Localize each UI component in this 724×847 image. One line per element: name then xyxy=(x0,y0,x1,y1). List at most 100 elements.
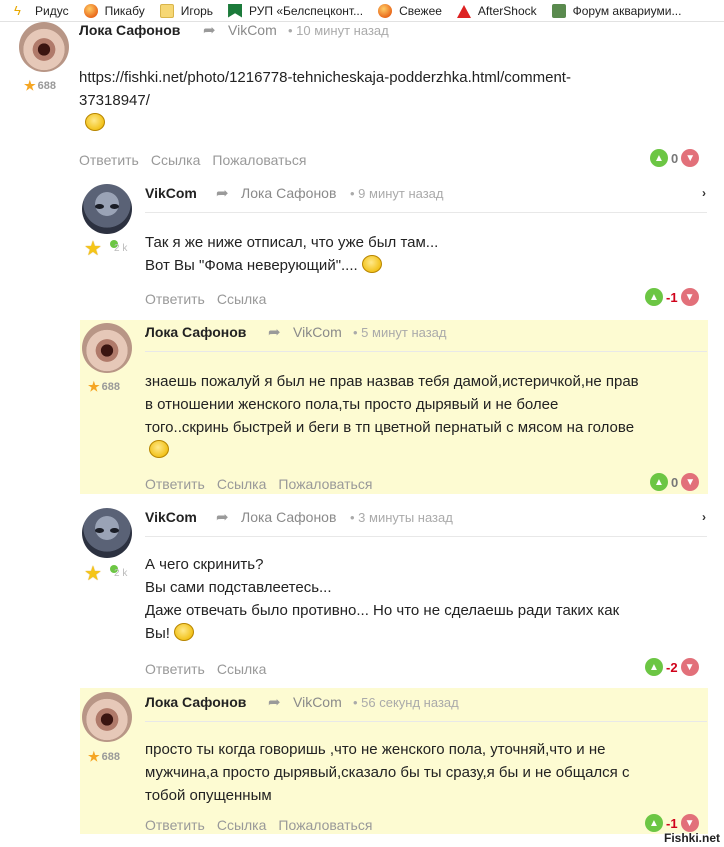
comment-text: А чего скринить? Вы сами подставлеетесь.… xyxy=(145,556,620,642)
bookmark-svezhee[interactable]: Свежее xyxy=(378,3,442,18)
reply-button[interactable]: Ответить xyxy=(145,476,205,492)
vote-score: 0 xyxy=(671,474,679,490)
bookmarks-bar: ϟ Ридус Пикабу Игорь РУП «Белспецконт... … xyxy=(0,0,724,22)
chevron-right-icon[interactable]: › xyxy=(702,186,706,200)
divider xyxy=(145,212,707,213)
comment-actions: Ответить Ссылка xyxy=(145,291,278,307)
avatar[interactable] xyxy=(19,22,69,72)
pikabu-icon xyxy=(83,3,98,18)
thumbs-up-icon[interactable]: ▲ xyxy=(645,658,663,676)
bookmark-aftershock[interactable]: AfterShock xyxy=(456,4,537,18)
report-button[interactable]: Пожаловаться xyxy=(212,152,306,168)
bookmark-label: РУП «Белспецконт... xyxy=(249,3,364,18)
vote-widget: ▲ -2 ▼ xyxy=(645,658,699,676)
vote-score: -1 xyxy=(666,289,678,305)
thumbs-up-icon[interactable]: ▲ xyxy=(650,149,668,167)
reply-to-user[interactable]: VikCom xyxy=(293,324,342,340)
rup-icon xyxy=(228,3,243,18)
reply-to-user[interactable]: VikCom xyxy=(228,22,277,38)
smiley-icon xyxy=(173,623,194,641)
comment-link[interactable]: https://fishki.net/photo/1216778-tehnich… xyxy=(79,66,699,89)
link-button[interactable]: Ссылка xyxy=(217,661,267,677)
bookmark-pikabu[interactable]: Пикабу xyxy=(83,3,145,18)
vote-score: -1 xyxy=(666,815,678,831)
comment-time[interactable]: • 10 минут назад xyxy=(288,23,389,38)
divider xyxy=(145,536,707,537)
divider xyxy=(145,351,707,352)
thumbs-down-icon[interactable]: ▼ xyxy=(680,288,699,306)
reply-button[interactable]: Ответить xyxy=(145,291,205,307)
user-rating: ★ 688 xyxy=(88,379,121,394)
smiley-icon xyxy=(85,113,105,131)
bookmark-label: Свежее xyxy=(399,3,442,18)
star-icon: ★ xyxy=(88,379,100,394)
user-rating: 2 k xyxy=(114,568,128,579)
bookmark-rup[interactable]: РУП «Белспецконт... xyxy=(228,3,364,18)
reply-button[interactable]: Ответить xyxy=(145,817,205,833)
comment-time[interactable]: • 56 секунд назад xyxy=(353,695,459,710)
report-button[interactable]: Пожаловаться xyxy=(278,817,372,833)
folder-icon xyxy=(159,3,174,18)
bookmark-label: Пикабу xyxy=(104,3,145,18)
comment-author[interactable]: VikCom xyxy=(145,185,197,201)
thumbs-down-icon[interactable]: ▼ xyxy=(681,473,700,491)
comment-time[interactable]: • 9 минут назад xyxy=(350,186,444,201)
pikabu-icon xyxy=(378,3,393,18)
divider xyxy=(145,721,707,722)
vote-widget: ▲ -1 ▼ xyxy=(645,814,699,832)
avatar[interactable] xyxy=(82,184,132,234)
comment-time[interactable]: • 3 минуты назад xyxy=(350,510,453,525)
link-button[interactable]: Ссылка xyxy=(217,817,267,833)
vote-widget: ▲ 0 ▼ xyxy=(650,149,700,167)
reply-arrow-icon: ➦ xyxy=(216,185,229,202)
comment-text: Так я же ниже отписал, что уже был там..… xyxy=(145,234,439,274)
thumbs-down-icon[interactable]: ▼ xyxy=(680,814,699,832)
comment-author[interactable]: VikCom xyxy=(145,509,197,525)
bookmark-ridus[interactable]: ϟ Ридус xyxy=(14,2,69,18)
bookmark-forum[interactable]: Форум аквариуми... xyxy=(551,3,682,18)
thumbs-down-icon[interactable]: ▼ xyxy=(680,658,699,676)
thumbs-down-icon[interactable]: ▼ xyxy=(681,149,700,167)
vote-widget: ▲ -1 ▼ xyxy=(645,288,699,306)
comment-text: https://fishki.net/photo/1216778-tehnich… xyxy=(79,66,699,135)
reply-to-user[interactable]: Лока Сафонов xyxy=(241,509,336,525)
reply-to-user[interactable]: Лока Сафонов xyxy=(241,185,336,201)
reply-arrow-icon: ➦ xyxy=(203,22,216,39)
comment-author[interactable]: Лока Сафонов xyxy=(145,694,246,710)
comment-link[interactable]: 37318947/ xyxy=(79,89,699,112)
smiley-icon xyxy=(149,440,169,458)
report-button[interactable]: Пожаловаться xyxy=(278,476,372,492)
comment-time[interactable]: • 5 минут назад xyxy=(353,325,447,340)
comment-actions: Ответить Ссылка xyxy=(145,661,278,677)
avatar[interactable] xyxy=(82,692,132,742)
thumbs-up-icon[interactable]: ▲ xyxy=(645,814,663,832)
comment-actions: Ответить Ссылка Пожаловаться xyxy=(79,152,318,168)
reply-to-user[interactable]: VikCom xyxy=(293,694,342,710)
forum-icon xyxy=(551,3,566,18)
reply-button[interactable]: Ответить xyxy=(145,661,205,677)
comment-author[interactable]: Лока Сафонов xyxy=(79,22,180,38)
reply-arrow-icon: ➦ xyxy=(268,324,281,341)
user-rating: 2 k xyxy=(114,243,128,254)
avatar[interactable] xyxy=(82,508,132,558)
thumbs-up-icon[interactable]: ▲ xyxy=(650,473,668,491)
reply-button[interactable]: Ответить xyxy=(79,152,139,168)
vote-score: 0 xyxy=(671,150,679,166)
chevron-right-icon[interactable]: › xyxy=(702,510,706,524)
star-icon: ★ xyxy=(88,749,100,764)
vote-score: -2 xyxy=(666,659,678,675)
comment-text: знаешь пожалуй я был не прав назвав тебя… xyxy=(145,370,707,462)
star-icon: ★ xyxy=(24,78,36,93)
link-button[interactable]: Ссылка xyxy=(217,476,267,492)
bookmark-igor[interactable]: Игорь xyxy=(159,3,214,18)
bookmark-label: Форум аквариуми... xyxy=(572,3,682,18)
link-button[interactable]: Ссылка xyxy=(217,291,267,307)
comment-author[interactable]: Лока Сафонов xyxy=(145,324,246,340)
reply-arrow-icon: ➦ xyxy=(216,509,229,526)
link-button[interactable]: Ссылка xyxy=(151,152,201,168)
thumbs-up-icon[interactable]: ▲ xyxy=(645,288,663,306)
bookmark-label: Игорь xyxy=(180,3,214,18)
star-badge-icon: ★ xyxy=(84,563,102,585)
avatar[interactable] xyxy=(82,323,132,373)
ridus-icon: ϟ xyxy=(14,2,21,18)
